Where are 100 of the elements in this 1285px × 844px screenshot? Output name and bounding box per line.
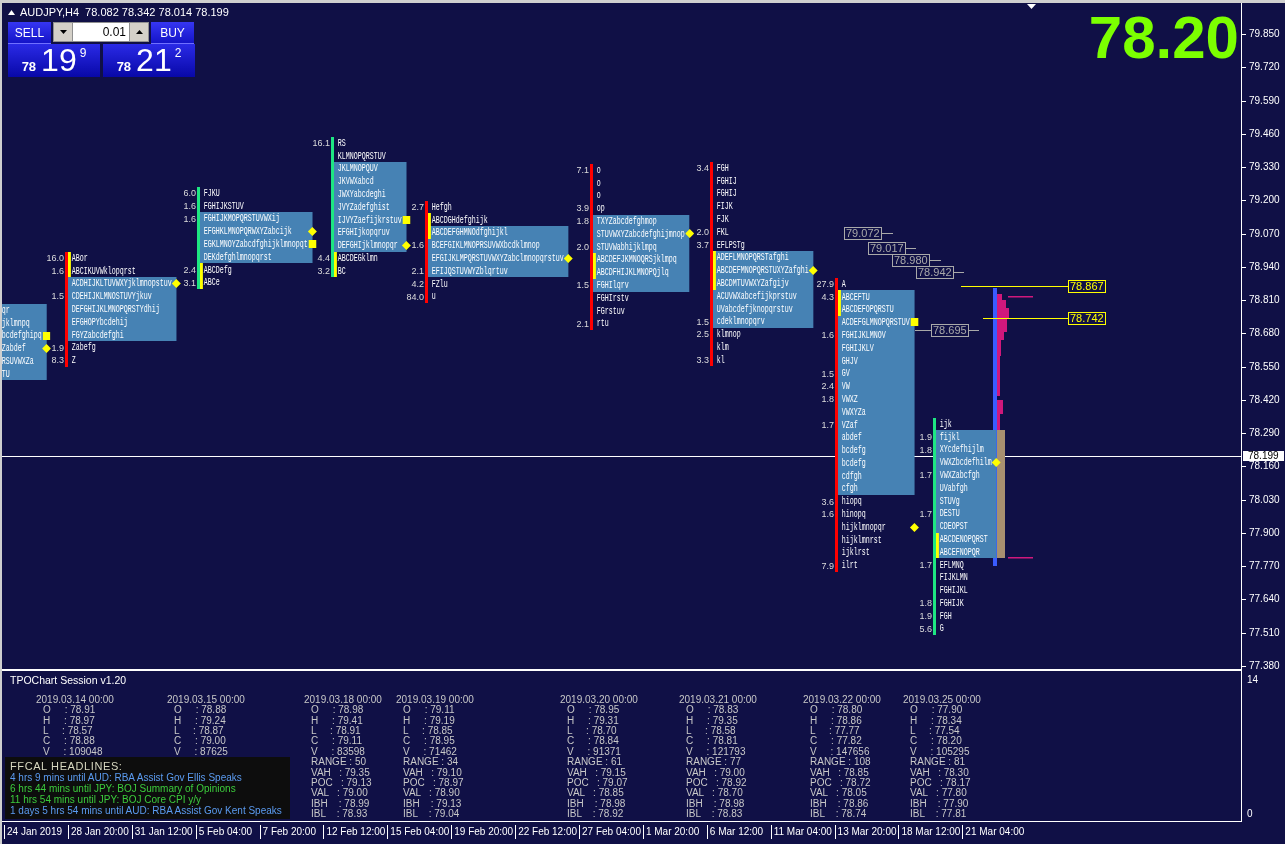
- price-axis-label: 79.070: [1249, 228, 1280, 239]
- session-stat: H : 79.41: [311, 715, 363, 726]
- tpo-count-label: 5.6: [919, 623, 932, 634]
- square-marker-icon: [308, 240, 317, 249]
- tpo-letters: qr: [2, 303, 47, 317]
- tpo-count-label: 1.7: [919, 508, 932, 519]
- tpo-letters: hinopq: [840, 507, 867, 521]
- tpo-count-label: 1.6: [821, 330, 834, 341]
- tpo-letters: ADEFLMNOPQRSTafghi: [713, 251, 814, 264]
- session-stat: H : 79.35: [686, 715, 738, 726]
- diamond-marker-icon: [41, 343, 51, 353]
- tpo-count-label: 1.6: [183, 213, 196, 224]
- indicator-axis-label: 14: [1247, 674, 1259, 686]
- tpo-letters: FIJK: [715, 200, 734, 213]
- session-stat: IBH : 79.13: [403, 798, 462, 809]
- price-level-label: 79.072: [844, 227, 882, 240]
- tpo-letters: klm: [715, 340, 730, 354]
- session-stat: O : 78.95: [567, 705, 620, 716]
- tpo-count-label: 3.2: [317, 265, 330, 276]
- session-stat: L : 78.91: [311, 726, 361, 736]
- tpo-letters: FGH: [715, 161, 730, 175]
- square-marker-icon: [910, 318, 919, 327]
- price-axis-label: 77.900: [1249, 527, 1280, 538]
- lot-size-field[interactable]: 0.01: [73, 22, 129, 42]
- price-level-label: 78.942: [916, 265, 954, 279]
- session-stat: VAH : 79.00: [686, 767, 745, 778]
- price-level-label: 78.867: [1068, 280, 1106, 293]
- tpo-letters: cdeklmnopqrv: [713, 315, 814, 328]
- session-stat: VAL : 78.85: [567, 788, 624, 799]
- session-stat: O : 78.83: [686, 705, 739, 716]
- session-stat: H : 78.86: [810, 715, 862, 726]
- lot-decrease-button[interactable]: [53, 22, 73, 42]
- tpo-letters: FGHIJ: [715, 174, 738, 188]
- tpo-letters: RS: [336, 136, 347, 150]
- time-axis-label: 24 Jan 2019: [7, 825, 63, 839]
- tpo-count-label: 3.9: [576, 203, 589, 214]
- time-axis-label: 28 Jan 20:00: [70, 825, 129, 839]
- tpo-letters: XYcdefhijlm: [936, 443, 997, 456]
- tpo-letters: FJKU: [202, 186, 221, 200]
- headline-text: 11 hrs 54 mins until JPY: BOJ Core CPI y/y: [10, 794, 201, 805]
- current-price-tag: 78.199: [1243, 451, 1284, 461]
- session-stat: RANGE : 34: [403, 757, 459, 768]
- session-stat: IBH : 78.98: [686, 798, 745, 809]
- session-stat: VAL : 78.05: [810, 788, 867, 799]
- session-stat: O : 77.90: [910, 705, 963, 716]
- tpo-letters: UVabcdefjknopqrstuv: [713, 302, 814, 316]
- diamond-marker-icon: [564, 253, 573, 263]
- tpo-count-label: 1.9: [51, 342, 64, 353]
- tpo-letters: ABCe: [200, 276, 225, 289]
- price-prefix: 78: [116, 60, 132, 74]
- tpo-count-label: 2.7: [411, 202, 424, 212]
- square-marker-icon: [42, 331, 51, 340]
- last-price-label: 78.20: [1088, 13, 1239, 63]
- tpo-letters: A: [840, 277, 847, 291]
- tpo-count-label: 3.4: [696, 163, 709, 173]
- chart-ohlc-values: 78.082 78.342 78.014 78.199: [85, 6, 229, 18]
- chart-symbol: AUDJPY,H4: [20, 6, 80, 18]
- tpo-letters: GHJV: [838, 354, 915, 368]
- session-stat: C : 78.95: [403, 736, 455, 747]
- session-stat: H : 79.19: [403, 715, 455, 726]
- headline-text: 1 days 5 hrs 54 mins until AUD: RBA Assist Gov Kent Speaks: [10, 805, 282, 816]
- tpo-letters: FGHIJKL: [938, 583, 969, 597]
- buy-button[interactable]: BUY: [151, 22, 194, 44]
- tpo-letters: op: [595, 202, 606, 215]
- price-level-label: 78.695: [931, 324, 969, 337]
- tpo-count-label: 2.4: [821, 381, 834, 392]
- session-stat: C : 78.84: [567, 736, 619, 747]
- lot-increase-button[interactable]: [129, 22, 149, 42]
- triangle-up-icon[interactable]: [8, 9, 15, 15]
- session-date: 2019.03.15 00:00: [167, 694, 245, 705]
- tpo-letters: ijk: [938, 417, 953, 431]
- tpo-letters: FGH: [938, 609, 953, 623]
- tpo-letters: rtu: [595, 317, 610, 330]
- session-stat: L : 78.70: [567, 726, 617, 736]
- session-stat: IBL : 77.81: [910, 809, 967, 820]
- tpo-letters: TXYZabcdefghmop: [593, 214, 690, 228]
- tpo-count-label: 3.6: [821, 496, 834, 507]
- session-date: 2019.03.22 00:00: [803, 694, 881, 705]
- tpo-letters: EFLPSTg: [715, 238, 746, 252]
- session-stat: VAH : 79.10: [403, 767, 462, 778]
- sell-button[interactable]: SELL: [8, 22, 51, 44]
- tpo-letters: FGHIJKMOPQRSTUVWXij: [200, 212, 313, 225]
- session-stat: O : 78.88: [174, 705, 227, 716]
- price-level-label: 79.017: [868, 241, 906, 255]
- headline-text: 4 hrs 9 mins until AUD: RBA Assist Gov Ellis Speaks: [10, 772, 242, 783]
- time-axis-label: 31 Jan 12:00: [134, 825, 193, 839]
- session-stat: VAL : 78.70: [686, 788, 743, 799]
- price-axis-label: 78.160: [1249, 461, 1280, 472]
- session-stat: C : 77.82: [810, 736, 862, 747]
- diamond-marker-icon: [308, 226, 317, 236]
- tpo-letters: ABCDEGklmn: [334, 251, 383, 265]
- session-stat: RANGE : 50: [311, 757, 367, 768]
- session-stat: V : 147656: [810, 746, 870, 757]
- triangle-down-icon[interactable]: [1027, 4, 1036, 9]
- tpo-count-label: 2.5: [696, 329, 709, 340]
- tpo-count-label: 1.9: [919, 610, 932, 621]
- tpo-letters: kl: [715, 353, 726, 367]
- tpo-letters: bcdefghipq: [2, 329, 47, 342]
- session-stat: O : 78.98: [311, 705, 364, 716]
- tpo-count-label: 1.5: [696, 316, 709, 327]
